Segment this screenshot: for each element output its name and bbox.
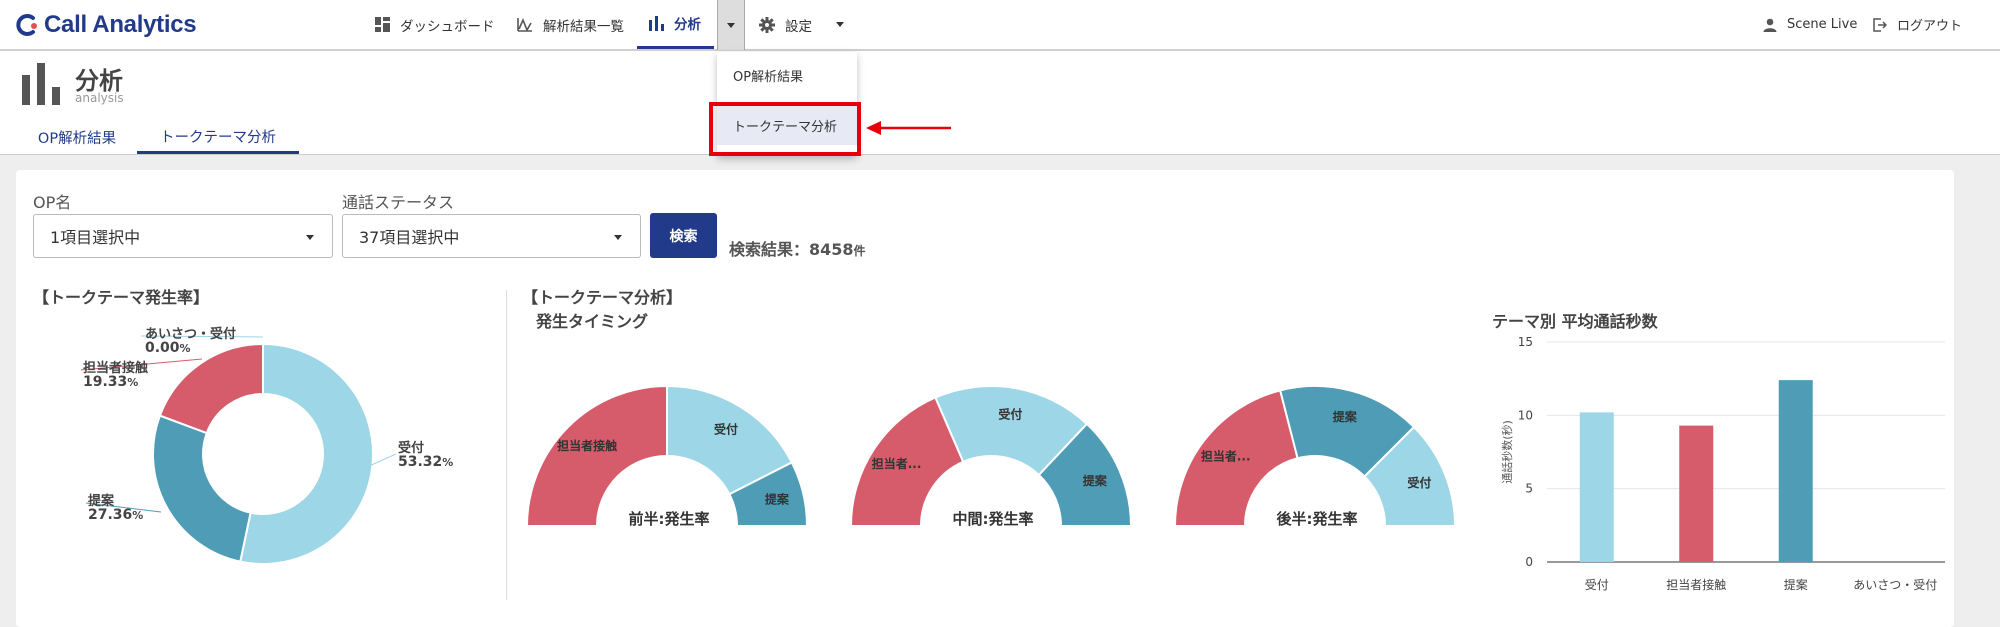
half-donut-slice-label: 提案 [765, 492, 790, 507]
arrow-left-icon [866, 121, 951, 135]
nav-results-list[interactable]: 解析結果一覧 [517, 0, 624, 49]
donut-slice-value: 53.32% [398, 454, 453, 470]
bar-y-axis-label: 通話秒数(秒) [1500, 420, 1514, 484]
donut-slice[interactable] [152, 414, 252, 563]
search-button[interactable]: 検索 [650, 213, 717, 258]
bar-y-tick-label: 5 [1525, 482, 1533, 496]
user-name: Scene Live [1787, 17, 1858, 32]
search-result-unit: 件 [853, 244, 866, 258]
bar-x-tick-label: 提案 [1784, 577, 1808, 592]
dropdown-item-op-results[interactable]: OP解析結果 [717, 55, 857, 95]
topic-analysis-title: 【トークテーマ分析】 [522, 288, 683, 307]
logout-label: ログアウト [1897, 19, 1963, 34]
bar[interactable] [1679, 425, 1714, 562]
bar-y-tick-label: 15 [1518, 335, 1533, 349]
line-chart-icon [517, 17, 532, 32]
donut-slice-unit: % [127, 376, 138, 389]
half-donut-slice-label: 提案 [1333, 409, 1358, 424]
bar[interactable] [1579, 412, 1614, 562]
bar-x-tick-label: 受付 [1585, 578, 1609, 592]
op-name-select-value: 1項目選択中 [50, 228, 141, 247]
timing-title: 発生タイミング [536, 312, 649, 331]
call-status-select[interactable]: 37項目選択中 [342, 214, 641, 258]
half-donut-caption: 前半:発生率 [629, 510, 710, 528]
donut-slice-unit: % [442, 456, 453, 469]
app-logo[interactable]: Call Analytics [14, 10, 197, 40]
bar[interactable] [1778, 380, 1813, 562]
avg-duration-bar-chart: 0 5 10 15 通話秒数(秒) 受付 担当者接触 提案 あいさつ・受付 [1500, 335, 1945, 592]
topic-rate-title: 【トークテーマ発生率】 [33, 288, 210, 307]
nav-settings[interactable]: 設定 [759, 0, 812, 49]
donut-slice-value: 27.36% [88, 507, 143, 523]
gear-icon [759, 16, 775, 33]
call-status-select-value: 37項目選択中 [359, 228, 460, 247]
donut-slice[interactable] [158, 342, 264, 435]
nav-analysis-label: 分析 [674, 17, 701, 33]
bar-y-tick-label: 10 [1518, 408, 1533, 422]
nav-settings-label: 設定 [785, 18, 812, 35]
page-subtitle: analysis [75, 91, 124, 105]
half-donut-slice-label: 担当者接触 [557, 438, 617, 453]
user-menu[interactable]: Scene Live [1763, 0, 1857, 49]
chevron-down-icon [727, 22, 735, 28]
donut-slice-value: 19.33% [83, 374, 138, 390]
half-donut-slice-label: 担当者... [872, 456, 922, 471]
bar-y-tick-label: 0 [1525, 555, 1533, 569]
nav-dashboard-label: ダッシュボード [400, 18, 495, 35]
donut-slice-value: 0.00% [145, 340, 191, 356]
op-name-select[interactable]: 1項目選択中 [33, 214, 333, 258]
half-donut-slice-label: 受付 [998, 407, 1022, 422]
half-donut-caption: 中間:発生率 [953, 510, 1034, 528]
op-name-label: OP名 [33, 193, 72, 212]
call-status-label: 通話ステータス [342, 193, 455, 212]
half-donut-slice-label: 受付 [1407, 475, 1431, 490]
highlight-box [709, 102, 861, 156]
chevron-down-icon [614, 235, 622, 240]
half-donut-slice-label: 受付 [714, 422, 738, 437]
search-result-count: 8458 [809, 240, 854, 259]
analysis-dropdown-toggle[interactable] [717, 0, 745, 50]
top-navbar: Call Analytics ダッシュボード 解析結果一覧 分析 設定 Scen… [0, 0, 2000, 51]
search-result-prefix: 検索結果： [729, 240, 810, 259]
bar-chart-icon [649, 15, 664, 31]
chevron-down-icon [306, 235, 314, 240]
half-donut-caption: 後半:発生率 [1276, 510, 1358, 528]
user-icon [1763, 18, 1777, 32]
logout-icon [1873, 17, 1887, 32]
half-donut-slice-label: 担当者... [1201, 449, 1251, 464]
search-result: 検索結果：8458件 [729, 236, 866, 260]
half-donut-slice-label: 提案 [1083, 473, 1108, 488]
bar-x-tick-label: あいさつ・受付 [1853, 578, 1937, 592]
dashboard-icon [375, 17, 390, 32]
settings-dropdown-toggle[interactable] [836, 0, 844, 49]
logout-link[interactable]: ログアウト [1873, 0, 1962, 49]
timing-half-donut-charts: 担当者接触受付提案前半:発生率担当者...受付提案中間:発生率担当者...提案受… [525, 384, 1457, 528]
call-analytics-logo-icon [16, 14, 37, 36]
donut-slice-unit: % [180, 342, 191, 355]
topic-rate-donut-chart: 受付53.32%提案27.36%担当者接触19.33%あいさつ・受付0.00% [80, 326, 453, 565]
nav-dashboard[interactable]: ダッシュボード [375, 0, 495, 49]
chevron-down-icon [836, 22, 844, 27]
nav-results-list-label: 解析結果一覧 [543, 18, 624, 35]
nav-analysis[interactable]: 分析 [637, 0, 714, 49]
page-header: 分析 analysis OP解析結果 トークテーマ分析 [0, 51, 2000, 155]
bar-x-tick-label: 担当者接触 [1666, 577, 1726, 592]
app-title: Call Analytics [44, 11, 197, 38]
bar-chart-icon [22, 63, 60, 105]
tab-op-results[interactable]: OP解析結果 [22, 121, 132, 154]
donut-slice-unit: % [132, 509, 143, 522]
half-donut-slice[interactable] [525, 384, 668, 527]
tab-talk-theme-analysis[interactable]: トークテーマ分析 [137, 121, 299, 154]
